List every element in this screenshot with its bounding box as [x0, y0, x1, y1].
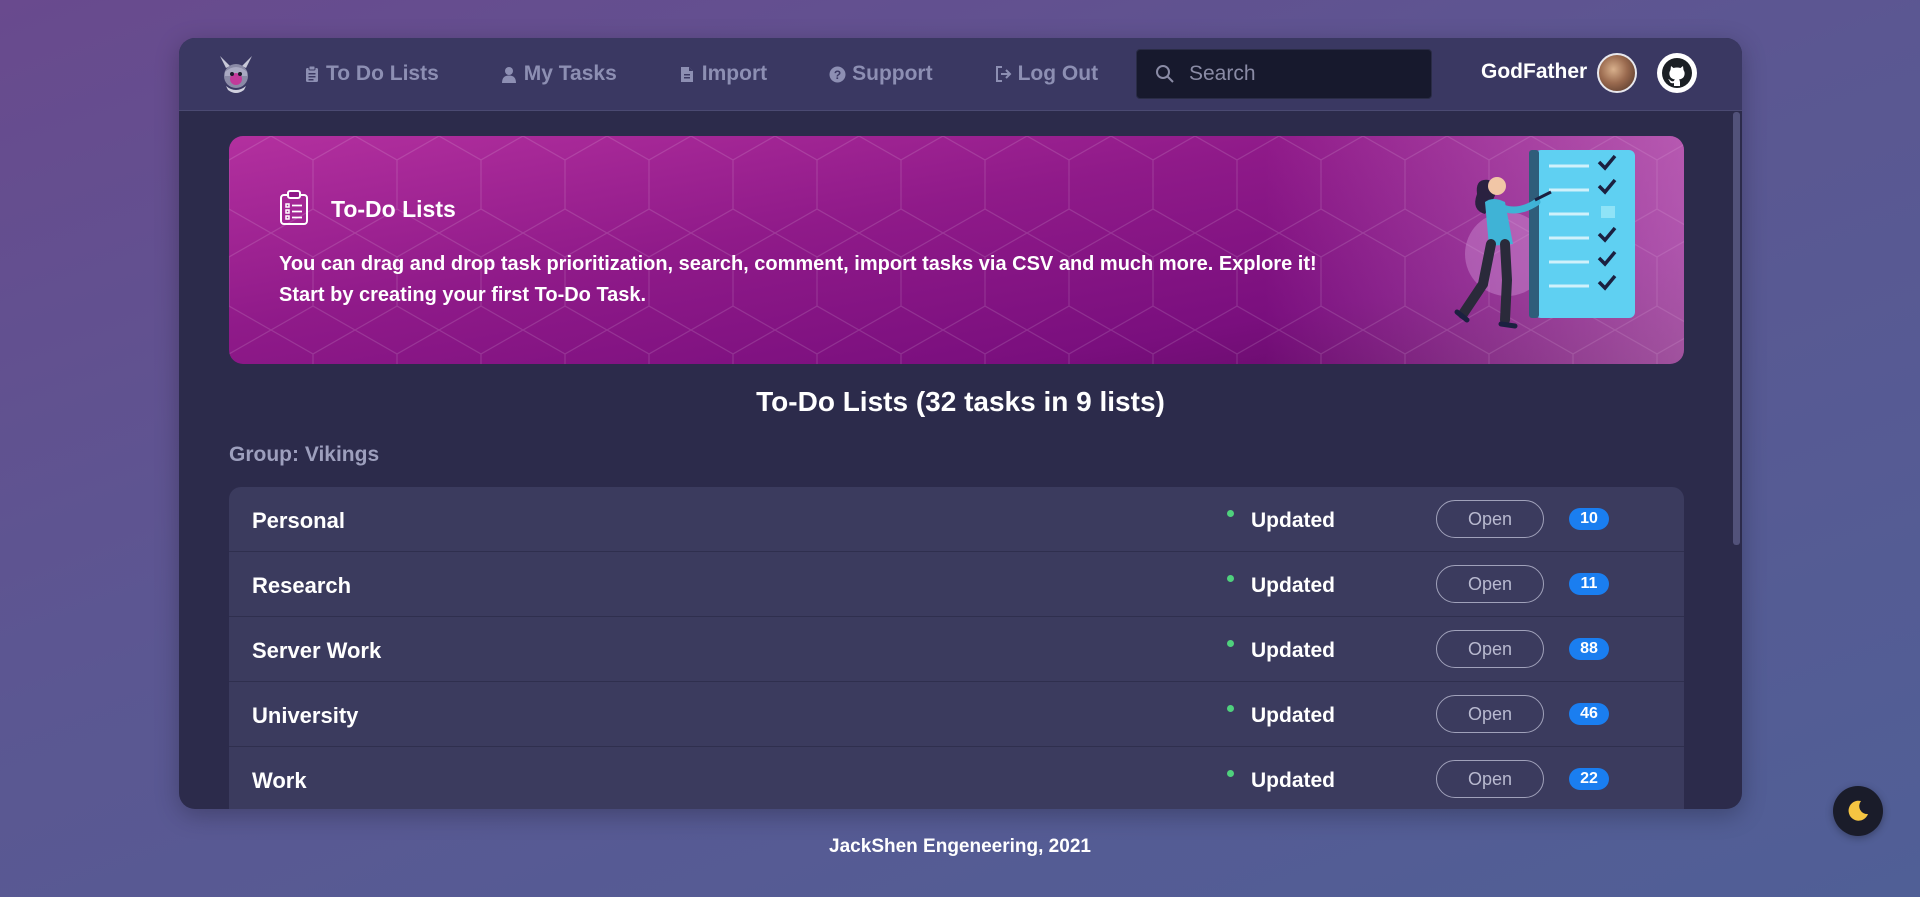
- clipboard-icon: [303, 65, 320, 83]
- banner-line-1: You can drag and drop task prioritizatio…: [279, 253, 1317, 275]
- search-icon: [1156, 65, 1174, 83]
- dark-mode-toggle[interactable]: [1833, 786, 1883, 836]
- group-label: Group: Vikings: [229, 443, 380, 466]
- username[interactable]: GodFather: [1481, 60, 1587, 84]
- intro-banner: To-Do Lists You can drag and drop task p…: [229, 136, 1684, 364]
- svg-text:?: ?: [834, 68, 841, 82]
- list-row-personal[interactable]: Personal Updated Open 10: [229, 487, 1684, 552]
- question-circle-icon: ?: [829, 66, 846, 83]
- list-name[interactable]: University: [252, 703, 358, 729]
- status-dot-icon: [1227, 640, 1234, 647]
- banner-line-2: Start by creating your first To-Do Task.: [279, 284, 647, 306]
- todo-lists-table: Personal Updated Open 10 Research Update…: [229, 487, 1684, 809]
- list-status: Updated: [1251, 574, 1335, 597]
- viking-mascot-icon[interactable]: [216, 52, 256, 96]
- user-icon: [501, 66, 518, 83]
- file-icon: [679, 66, 696, 83]
- list-name[interactable]: Personal: [252, 508, 345, 534]
- app-window: To Do Lists My Tasks Import ? Support Lo…: [179, 38, 1742, 809]
- list-row-server-work[interactable]: Server Work Updated Open 88: [229, 617, 1684, 682]
- list-status: Updated: [1251, 769, 1335, 792]
- nav-my-tasks-label: My Tasks: [523, 62, 617, 85]
- open-button[interactable]: Open: [1436, 630, 1544, 668]
- checklist-illustration: [1454, 150, 1635, 329]
- list-status: Updated: [1251, 509, 1335, 532]
- clipboard-list-icon: [280, 190, 308, 225]
- avatar[interactable]: [1597, 53, 1637, 93]
- list-row-university[interactable]: University Updated Open 46: [229, 682, 1684, 747]
- open-button[interactable]: Open: [1436, 695, 1544, 733]
- scrollbar[interactable]: [1733, 112, 1740, 545]
- moon-icon: [1848, 800, 1868, 821]
- list-status: Updated: [1251, 639, 1335, 662]
- nav-support-label: Support: [852, 62, 933, 85]
- open-button[interactable]: Open: [1436, 500, 1544, 538]
- nav-import[interactable]: Import: [679, 62, 767, 86]
- list-name[interactable]: Research: [252, 573, 351, 599]
- status-dot-icon: [1227, 705, 1234, 712]
- list-row-research[interactable]: Research Updated Open 11: [229, 552, 1684, 617]
- list-status: Updated: [1251, 704, 1335, 727]
- status-dot-icon: [1227, 510, 1234, 517]
- status-dot-icon: [1227, 770, 1234, 777]
- banner-description: You can drag and drop task prioritizatio…: [279, 249, 1317, 311]
- sign-out-icon: [995, 66, 1012, 83]
- nav-my-tasks[interactable]: My Tasks: [501, 62, 617, 86]
- nav-todo-lists-label: To Do Lists: [326, 62, 439, 85]
- nav-links: To Do Lists My Tasks Import ? Support Lo…: [303, 38, 1160, 110]
- task-count-badge: 22: [1569, 768, 1609, 790]
- list-name[interactable]: Server Work: [252, 638, 381, 664]
- nav-todo-lists[interactable]: To Do Lists: [303, 62, 439, 86]
- nav-support[interactable]: ? Support: [829, 62, 933, 86]
- task-count-badge: 10: [1569, 508, 1609, 530]
- list-row-work[interactable]: Work Updated Open 22: [229, 747, 1684, 809]
- open-button[interactable]: Open: [1436, 760, 1544, 798]
- footer-text: JackShen Engeneering, 2021: [829, 836, 1091, 857]
- nav-log-out-label: Log Out: [1017, 62, 1099, 85]
- list-name[interactable]: Work: [252, 768, 307, 794]
- nav-import-label: Import: [701, 62, 768, 85]
- navbar: To Do Lists My Tasks Import ? Support Lo…: [179, 38, 1742, 111]
- github-icon[interactable]: [1657, 53, 1697, 93]
- banner-title: To-Do Lists: [331, 196, 456, 222]
- nav-log-out[interactable]: Log Out: [995, 62, 1098, 86]
- task-count-badge: 88: [1569, 638, 1609, 660]
- search-box: [1136, 49, 1432, 99]
- open-button[interactable]: Open: [1436, 565, 1544, 603]
- task-count-badge: 46: [1569, 703, 1609, 725]
- lists-heading: To-Do Lists (32 tasks in 9 lists): [756, 386, 1165, 417]
- search-input[interactable]: [1187, 61, 1411, 87]
- status-dot-icon: [1227, 575, 1234, 582]
- task-count-badge: 11: [1569, 573, 1609, 595]
